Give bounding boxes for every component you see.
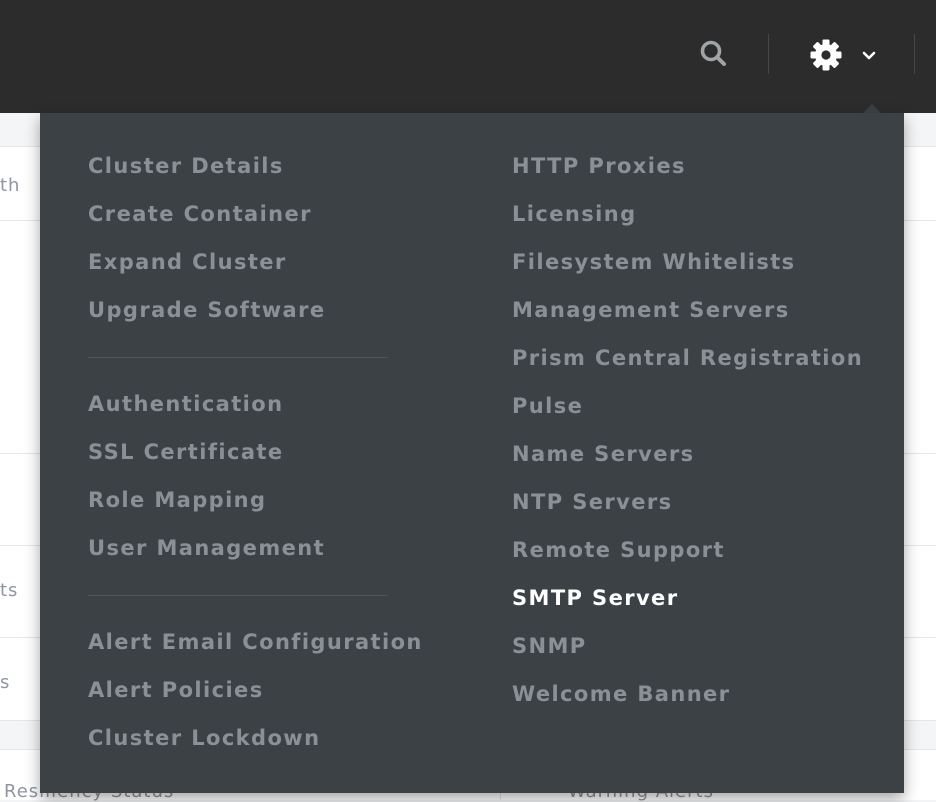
menu-item-upgrade-software[interactable]: Upgrade Software <box>88 286 423 334</box>
menu-item-authentication[interactable]: Authentication <box>88 380 423 428</box>
menu-item-alert-policies[interactable]: Alert Policies <box>88 666 423 714</box>
menu-item-smtp-server[interactable]: SMTP Server <box>512 574 863 622</box>
menu-divider <box>88 595 388 596</box>
menu-item-create-container[interactable]: Create Container <box>88 190 423 238</box>
settings-menu-button[interactable] <box>804 34 884 76</box>
background-text: ts <box>0 580 19 601</box>
settings-menu-left-column: Cluster Details Create Container Expand … <box>88 142 423 762</box>
menu-item-http-proxies[interactable]: HTTP Proxies <box>512 142 863 190</box>
menu-item-management-servers[interactable]: Management Servers <box>512 286 863 334</box>
menu-item-filesystem-whitelists[interactable]: Filesystem Whitelists <box>512 238 863 286</box>
chevron-down-icon <box>862 51 876 60</box>
menu-item-welcome-banner[interactable]: Welcome Banner <box>512 670 863 718</box>
menu-item-prism-central-registration[interactable]: Prism Central Registration <box>512 334 863 382</box>
menu-divider <box>88 357 388 358</box>
menu-item-user-management[interactable]: User Management <box>88 524 423 572</box>
toolbar-separator <box>914 34 915 74</box>
background-text: s <box>0 672 11 693</box>
menu-item-expand-cluster[interactable]: Expand Cluster <box>88 238 423 286</box>
menu-item-snmp[interactable]: SNMP <box>512 622 863 670</box>
search-button[interactable] <box>696 36 732 72</box>
menu-item-cluster-details[interactable]: Cluster Details <box>88 142 423 190</box>
top-navigation-bar <box>0 0 936 113</box>
background-text: th <box>0 175 21 196</box>
menu-item-name-servers[interactable]: Name Servers <box>512 430 863 478</box>
menu-item-pulse[interactable]: Pulse <box>512 382 863 430</box>
menu-item-ntp-servers[interactable]: NTP Servers <box>512 478 863 526</box>
menu-item-role-mapping[interactable]: Role Mapping <box>88 476 423 524</box>
menu-item-remote-support[interactable]: Remote Support <box>512 526 863 574</box>
menu-item-alert-email-configuration[interactable]: Alert Email Configuration <box>88 618 423 666</box>
menu-item-licensing[interactable]: Licensing <box>512 190 863 238</box>
search-icon <box>700 40 726 66</box>
menu-item-ssl-certificate[interactable]: SSL Certificate <box>88 428 423 476</box>
settings-menu-right-column: HTTP Proxies Licensing Filesystem Whitel… <box>512 142 863 718</box>
toolbar-separator <box>768 34 769 74</box>
menu-item-cluster-lockdown[interactable]: Cluster Lockdown <box>88 714 423 762</box>
